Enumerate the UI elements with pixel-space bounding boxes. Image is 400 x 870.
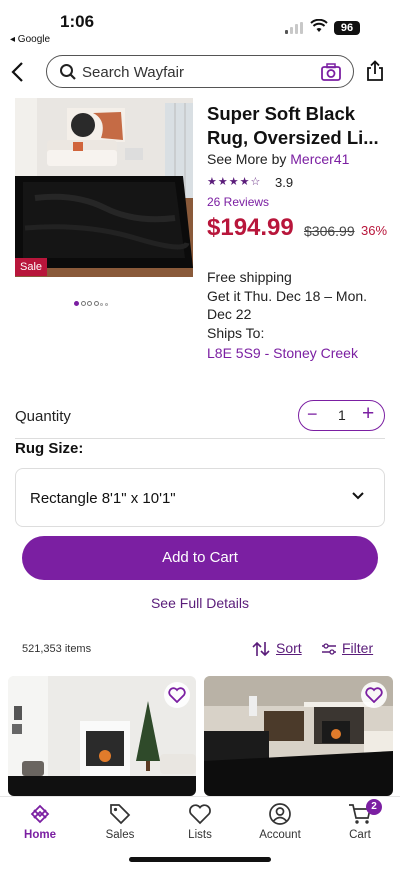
status-time: 1:06 <box>60 12 95 31</box>
filter-icon <box>322 643 336 655</box>
battery-indicator: 96 <box>334 21 360 35</box>
tab-cart-label: Cart <box>349 829 371 841</box>
product-image[interactable] <box>15 98 193 277</box>
brand-link[interactable]: Mercer41 <box>290 151 349 167</box>
tab-sales-label: Sales <box>105 829 135 841</box>
chevron-down-icon <box>352 492 364 500</box>
quantity-stepper: − 1 + <box>298 400 385 431</box>
back-to-app-link[interactable]: ◂ Google <box>10 34 50 45</box>
tab-home-label: Home <box>24 829 56 841</box>
save-to-list-button[interactable] <box>164 682 190 708</box>
carousel-dot[interactable] <box>80 301 86 306</box>
wifi-icon <box>310 19 328 32</box>
item-count: 521,353 items <box>22 643 92 655</box>
filter-button[interactable]: Filter <box>322 640 373 656</box>
tab-account-label: Account <box>259 829 301 841</box>
tab-sales[interactable]: Sales <box>80 801 160 841</box>
quantity-increase-button[interactable]: + <box>362 402 374 426</box>
original-price: $306.99 <box>304 223 355 239</box>
heart-icon <box>168 687 186 703</box>
camera-icon[interactable] <box>321 63 341 81</box>
star-rating-icon: ★★★★☆ <box>207 176 262 188</box>
tab-lists[interactable]: Lists <box>160 801 240 841</box>
carousel-dot[interactable] <box>87 301 92 306</box>
rating-value: 3.9 <box>275 175 294 190</box>
add-to-cart-button[interactable]: Add to Cart <box>22 536 378 580</box>
home-indicator[interactable] <box>129 857 271 862</box>
sort-icon <box>252 642 270 657</box>
search-placeholder: Search Wayfair <box>82 64 184 81</box>
search-icon <box>60 64 76 80</box>
filter-label: Filter <box>342 640 374 656</box>
save-to-list-button[interactable] <box>361 682 387 708</box>
back-arrow-icon[interactable] <box>8 60 28 84</box>
tab-home[interactable]: Home <box>0 801 80 841</box>
sale-price: $194.99 <box>207 214 294 241</box>
discount-percent: 36% <box>361 223 388 238</box>
carousel-dot[interactable] <box>93 301 99 306</box>
cellular-signal-icon <box>285 22 305 34</box>
tab-account[interactable]: Account <box>240 801 320 841</box>
rug-size-label: Rug Size: <box>15 440 84 457</box>
carousel-dot[interactable] <box>104 303 108 306</box>
delivery-estimate: Get it Thu. Dec 18 – Mon. Dec 22 <box>207 287 368 323</box>
shipping-info: Free shipping Get it Thu. Dec 18 – Mon. … <box>207 268 387 342</box>
product-card[interactable] <box>204 676 393 796</box>
rug-size-selected: Rectangle 8'1" x 10'1" <box>30 490 176 507</box>
product-title: Super Soft Black Rug, Oversized Li... <box>207 103 379 148</box>
status-bar: 1:06 ◂ Google 96 <box>0 0 400 48</box>
tab-lists-label: Lists <box>188 829 212 841</box>
see-more-by: See More by Mercer41 <box>207 151 349 167</box>
quantity-label: Quantity <box>15 408 71 425</box>
tab-cart[interactable]: 2 Cart <box>320 799 400 841</box>
tag-icon <box>110 804 131 825</box>
rug-size-select[interactable]: Rectangle 8'1" x 10'1" <box>15 468 385 527</box>
heart-icon <box>189 804 211 825</box>
ships-to-location-link[interactable]: L8E 5S9 - Stoney Creek <box>207 345 358 361</box>
carousel-dot[interactable] <box>100 303 103 306</box>
product-card[interactable] <box>8 676 196 796</box>
ships-to-label: Ships To: <box>207 324 265 341</box>
free-shipping-text: Free shipping <box>207 269 292 285</box>
heart-icon <box>365 687 383 703</box>
account-icon <box>269 803 291 825</box>
see-more-label: See More by <box>207 151 291 167</box>
quantity-decrease-button[interactable]: − <box>307 404 318 425</box>
home-icon <box>30 804 50 824</box>
sort-label: Sort <box>276 640 302 656</box>
sale-badge: Sale <box>15 258 48 276</box>
divider <box>15 438 385 439</box>
cart-count-badge: 2 <box>366 799 382 815</box>
share-icon[interactable] <box>366 60 384 82</box>
carousel-dot[interactable] <box>74 301 79 306</box>
quantity-value[interactable]: 1 <box>338 407 346 423</box>
reviews-link[interactable]: 26 Reviews <box>207 195 269 209</box>
image-carousel-dots[interactable] <box>74 293 109 306</box>
search-bar[interactable]: Search Wayfair <box>46 55 354 88</box>
sort-button[interactable]: Sort <box>252 640 302 657</box>
see-full-details-link[interactable]: See Full Details <box>0 595 400 611</box>
